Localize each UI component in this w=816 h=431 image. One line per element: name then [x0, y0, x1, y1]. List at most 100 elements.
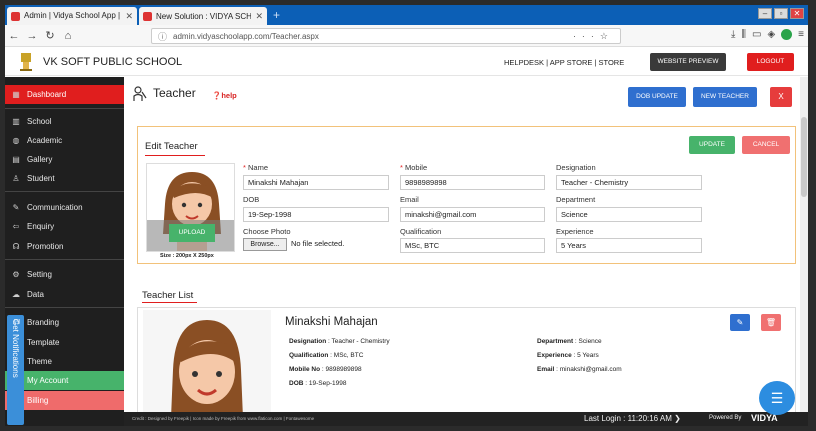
- address-bar[interactable]: ⓘ admin.vidyaschoolapp.com/Teacher.aspx …: [151, 28, 621, 44]
- sidebar-item-label: Theme: [27, 357, 52, 366]
- detail-value: : 19-Sep-1998: [303, 380, 347, 387]
- school-name: VK SOFT PUBLIC SCHOOL: [43, 56, 183, 68]
- back-icon[interactable]: ←: [5, 30, 23, 42]
- promotion-icon: ☊: [12, 242, 20, 251]
- sidebar-item-school[interactable]: ▥ School: [5, 112, 124, 131]
- sidebar-item-student[interactable]: ♙ Student: [5, 169, 124, 188]
- detail-key: Mobile No: [289, 366, 321, 373]
- app-header: VK SOFT PUBLIC SCHOOL HELPDESK | APP STO…: [5, 48, 808, 76]
- dob-field[interactable]: 19-Sep-1998: [243, 207, 389, 222]
- website-preview-button[interactable]: WEBSITE PREVIEW: [650, 53, 726, 71]
- get-notifications-button[interactable]: Get Notifications ⍐: [7, 315, 24, 425]
- bell-icon: ⍐: [12, 319, 21, 324]
- library-icon[interactable]: ⫼: [741, 29, 746, 40]
- dob-label: DOB: [243, 195, 260, 204]
- logout-button[interactable]: LOGOUT: [747, 53, 794, 71]
- grammarly-icon[interactable]: [781, 29, 793, 40]
- chat-icon[interactable]: ☰: [759, 381, 795, 415]
- school-logo-icon: [20, 53, 32, 71]
- main-content: Teacher ❓help DOB UPDATE NEW TEACHER X E…: [124, 77, 808, 417]
- experience-field[interactable]: 5 Years: [556, 238, 702, 253]
- home-icon[interactable]: ⌂: [59, 30, 77, 42]
- update-button[interactable]: UPDATE: [689, 136, 735, 154]
- edit-teacher-panel: Edit Teacher UPDATE CANCEL UPLOAD Size:…: [137, 126, 796, 264]
- detail-key: Department: [537, 338, 574, 345]
- edit-teacher-title: Edit Teacher: [145, 141, 198, 152]
- last-login: Last Login : 11:20:16 AM ❯: [584, 414, 681, 423]
- choose-photo-label: Choose Photo: [243, 227, 291, 236]
- teacher-avatar-icon: [143, 310, 271, 416]
- browser-tab-new-solution[interactable]: New Solution : VIDYA SCHOOL ✕: [139, 7, 267, 25]
- vidya-favicon-icon: [143, 11, 152, 21]
- sidebar-item-data[interactable]: ☁ Data: [5, 285, 124, 304]
- experience-detail: Experience : 5 Years: [537, 352, 599, 359]
- tab-close-icon[interactable]: ✕: [125, 11, 133, 22]
- email-label: Email: [400, 195, 419, 204]
- detail-value: : Science: [573, 338, 602, 345]
- school-icon: ▥: [12, 117, 20, 126]
- designation-field[interactable]: Teacher - Chemistry: [556, 175, 702, 190]
- minimize-icon[interactable]: –: [758, 8, 772, 19]
- email-detail: Email : minakshi@gmail.com: [537, 366, 622, 373]
- name-field[interactable]: Minakshi Mahajan: [243, 175, 389, 190]
- tab-close-icon[interactable]: ✕: [255, 11, 263, 22]
- dob-update-button[interactable]: DOB UPDATE: [628, 87, 686, 107]
- scrollbar-thumb[interactable]: [801, 117, 807, 197]
- sidebar-item-communication[interactable]: ✎ Communication: [5, 198, 124, 217]
- detail-key: Designation: [289, 338, 327, 345]
- mobile-field[interactable]: 9898989898: [400, 175, 545, 190]
- site-info-icon[interactable]: ⓘ: [158, 30, 167, 43]
- qualification-label: Qualification: [400, 227, 442, 236]
- detail-value: : minakshi@gmail.com: [554, 366, 622, 373]
- sidebar-item-label: Gallery: [27, 155, 53, 164]
- new-teacher-button[interactable]: NEW TEACHER: [693, 87, 757, 107]
- window-close-icon[interactable]: ✕: [790, 8, 804, 19]
- no-file-text: No file selected.: [291, 239, 345, 248]
- tab-title: Admin | Vidya School App | ই: [24, 10, 122, 20]
- page-scrollbar[interactable]: [800, 77, 808, 412]
- email-field[interactable]: minakshi@gmail.com: [400, 207, 545, 222]
- close-button[interactable]: X: [770, 87, 792, 107]
- sidebar-icon[interactable]: ▭: [752, 29, 761, 40]
- reload-icon[interactable]: ↻: [41, 29, 59, 42]
- browse-button[interactable]: Browse...: [243, 238, 287, 251]
- delete-icon[interactable]: 🗑: [761, 314, 781, 331]
- teacher-photo: UPLOAD: [146, 163, 235, 252]
- sidebar-item-label: Template: [27, 338, 60, 347]
- browser-window: Admin | Vidya School App | ই ✕ New Solut…: [5, 5, 808, 426]
- teacher-card-photo: [143, 310, 271, 416]
- page-actions-icon[interactable]: ···☆: [573, 31, 614, 42]
- help-link[interactable]: ❓help: [212, 91, 237, 100]
- edit-icon[interactable]: ✎: [730, 314, 750, 331]
- dob-detail: DOB : 19-Sep-1998: [289, 380, 346, 387]
- footer: Credit : Designed by Freepik | Icon made…: [124, 412, 808, 426]
- credit-text: Credit : Designed by Freepik | Icon made…: [132, 416, 315, 421]
- detail-value: : 5 Years: [571, 352, 599, 359]
- department-field[interactable]: Science: [556, 207, 702, 222]
- sidebar-item-dashboard[interactable]: ▦ Dashboard: [5, 85, 124, 104]
- mobile-label-text: Mobile: [405, 163, 428, 172]
- qualification-field[interactable]: MSc, BTC: [400, 238, 545, 253]
- detail-key: DOB: [289, 380, 304, 387]
- menu-icon[interactable]: ≡: [798, 29, 804, 40]
- upload-button[interactable]: UPLOAD: [169, 224, 215, 242]
- new-tab-icon[interactable]: +: [273, 8, 280, 22]
- sidebar-item-academic[interactable]: ◍ Academic: [5, 131, 124, 150]
- browser-tab-admin[interactable]: Admin | Vidya School App | ই ✕: [7, 7, 137, 25]
- page-title: Teacher: [153, 86, 196, 100]
- maximize-icon[interactable]: ▫: [774, 8, 788, 19]
- sidebar-item-label: School: [27, 117, 52, 126]
- powered-by: Powered By: [709, 415, 742, 421]
- url-text: admin.vidyaschoolapp.com/Teacher.aspx: [173, 31, 319, 41]
- extension-icon[interactable]: ◈: [767, 29, 775, 40]
- download-icon[interactable]: ⤓: [731, 29, 735, 40]
- sidebar-item-label: Communication: [27, 203, 83, 212]
- sidebar-item-label: Student: [27, 174, 55, 183]
- sidebar-item-enquiry[interactable]: ⇦ Enquiry: [5, 217, 124, 236]
- forward-icon[interactable]: →: [23, 30, 41, 42]
- helpdesk-appstore-links[interactable]: HELPDESK | APP STORE | STORE: [504, 58, 624, 67]
- sidebar-item-promotion[interactable]: ☊ Promotion: [5, 237, 124, 256]
- sidebar-item-gallery[interactable]: ▤ Gallery: [5, 150, 124, 169]
- sidebar-item-setting[interactable]: ⚙ Setting: [5, 265, 124, 284]
- cancel-button[interactable]: CANCEL: [742, 136, 790, 154]
